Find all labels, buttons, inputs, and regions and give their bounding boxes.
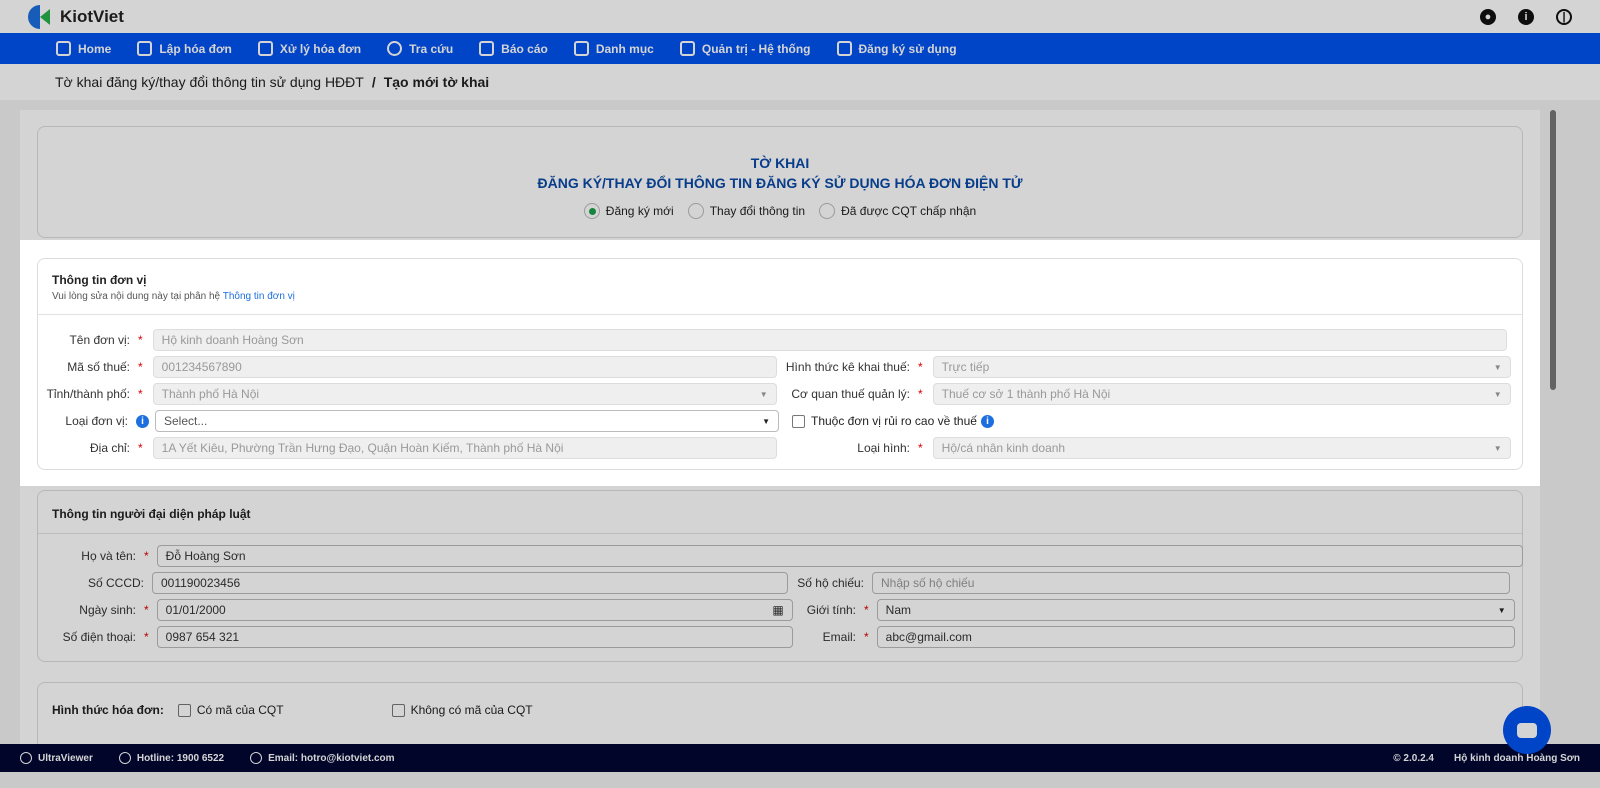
ho-chieu-input[interactable]: Nhập số hộ chiếu [872, 572, 1510, 594]
radio-da-chap-nhan[interactable]: Đã được CQT chấp nhận [819, 201, 976, 221]
co-quan-thue-select[interactable]: Thuế cơ sở 1 thành phố Hà Nội ▼ [932, 383, 1511, 405]
tinh-select[interactable]: Thành phố Hà Nội ▼ [152, 383, 777, 405]
calendar-icon[interactable]: ▦ [772, 603, 783, 617]
ngay-sinh-input[interactable]: 01/01/2000 ▦ [156, 599, 793, 621]
rui-ro-checkbox[interactable]: Thuộc đơn vị rủi ro cao về thuế [792, 414, 977, 428]
unit-info-highlight: Thông tin đơn vị Vui lòng sửa nội dung n… [20, 240, 1540, 486]
email-link[interactable]: Email: hotro@kiotviet.com [250, 752, 395, 764]
home-icon [56, 41, 71, 56]
logo-icon [28, 4, 54, 29]
company-name: Hộ kinh doanh Hoàng Sơn [1454, 752, 1580, 764]
hotline[interactable]: Hotline: 1900 6522 [118, 752, 224, 764]
breadcrumb-parent[interactable]: Tờ khai đăng ký/thay đổi thông tin sử dụ… [55, 74, 364, 90]
nav-bao-cao[interactable]: Báo cáo [479, 41, 548, 56]
breadcrumb: Tờ khai đăng ký/thay đổi thông tin sử dụ… [0, 64, 1600, 100]
gioi-tinh-select[interactable]: Nam ▼ [876, 599, 1515, 621]
ultraviewer-link[interactable]: UltraViewer [20, 752, 93, 764]
invoice-type-section: Hình thức hóa đơn: Có mã của CQT Không có … [37, 682, 1523, 744]
version: © 2.0.2.4 [1393, 752, 1434, 764]
chat-icon [1517, 722, 1537, 738]
ma-so-thue-input[interactable]: 001234567890 [152, 356, 777, 378]
settings-icon [679, 41, 695, 56]
top-bar: KiotViet ● i | [0, 0, 1600, 33]
radio-thay-doi[interactable]: Thay đổi thông tin [687, 201, 805, 221]
mail-icon [250, 752, 263, 764]
info-icon[interactable]: i [980, 414, 994, 428]
nav-lap-hoa-don[interactable]: Lập hóa đơn [137, 41, 232, 56]
phone-input[interactable]: 0987 654 321 [156, 626, 793, 648]
scrollbar[interactable] [1550, 110, 1556, 390]
phone-icon [118, 752, 131, 764]
cccd-input[interactable]: 001190023456 [152, 572, 788, 594]
search-icon [387, 41, 403, 56]
info-icon[interactable]: i [1518, 8, 1534, 25]
nav-home[interactable]: Home [56, 41, 111, 56]
unit-section: Thông tin đơn vị Vui lòng sửa nội dung n… [37, 258, 1523, 470]
main-nav: Home Lập hóa đơn Xử lý hóa đơn Tra cứu B… [0, 33, 1600, 64]
report-icon [479, 41, 495, 56]
email-input[interactable]: abc@gmail.com [876, 626, 1515, 648]
ten-don-vi-input[interactable]: Hộ kinh doanh Hoàng Sơn [152, 329, 1507, 351]
invoice-add-icon [137, 41, 153, 56]
rep-section: Thông tin người đại diện pháp luật Họ và… [37, 490, 1523, 662]
ultraviewer-icon [20, 752, 32, 764]
breadcrumb-current: Tạo mới tờ khai [383, 74, 490, 90]
info-icon[interactable]: i [136, 414, 149, 428]
chat-button[interactable] [1503, 706, 1551, 754]
user-icon[interactable]: ● [1480, 8, 1496, 25]
unit-info-link[interactable]: Thông tin đơn vị [223, 291, 295, 302]
register-icon [836, 41, 852, 56]
footer: UltraViewer Hotline: 1900 6522 Email: ho… [0, 744, 1600, 772]
nav-danh-muc[interactable]: Danh mục [573, 41, 654, 56]
nav-dang-ky[interactable]: Đăng ký sử dụng [836, 41, 957, 56]
nav-quan-tri[interactable]: Quản trị - Hệ thống [679, 41, 811, 56]
khong-ma-checkbox[interactable]: Không có mã của CQT [391, 703, 533, 717]
dia-chi-input[interactable]: 1A Yết Kiêu, Phường Trần Hưng Đạo, Quận … [152, 437, 777, 459]
nav-xu-ly-hoa-don[interactable]: Xử lý hóa đơn [257, 41, 361, 56]
logo[interactable]: KiotViet [28, 4, 124, 29]
loai-don-vi-select[interactable]: Select... ▼ [155, 410, 779, 432]
invoice-process-icon [257, 41, 273, 56]
radio-dang-ky-moi[interactable]: Đăng ký mới [583, 201, 674, 221]
form-header: TỜ KHAI ĐĂNG KÝ/THAY ĐỔI THÔNG TIN ĐĂNG … [37, 126, 1523, 238]
co-ma-checkbox[interactable]: Có mã của CQT [177, 703, 284, 717]
hinh-thuc-ke-khai-select[interactable]: Trực tiếp ▼ [932, 356, 1511, 378]
ho-ten-input[interactable]: Đỗ Hoàng Sơn [156, 545, 1523, 567]
nav-tra-cuu[interactable]: Tra cứu [387, 41, 453, 56]
loai-hinh-select[interactable]: Hộ/cá nhân kinh doanh ▼ [932, 437, 1511, 459]
power-icon[interactable]: | [1556, 8, 1572, 25]
grid-icon [573, 41, 589, 56]
